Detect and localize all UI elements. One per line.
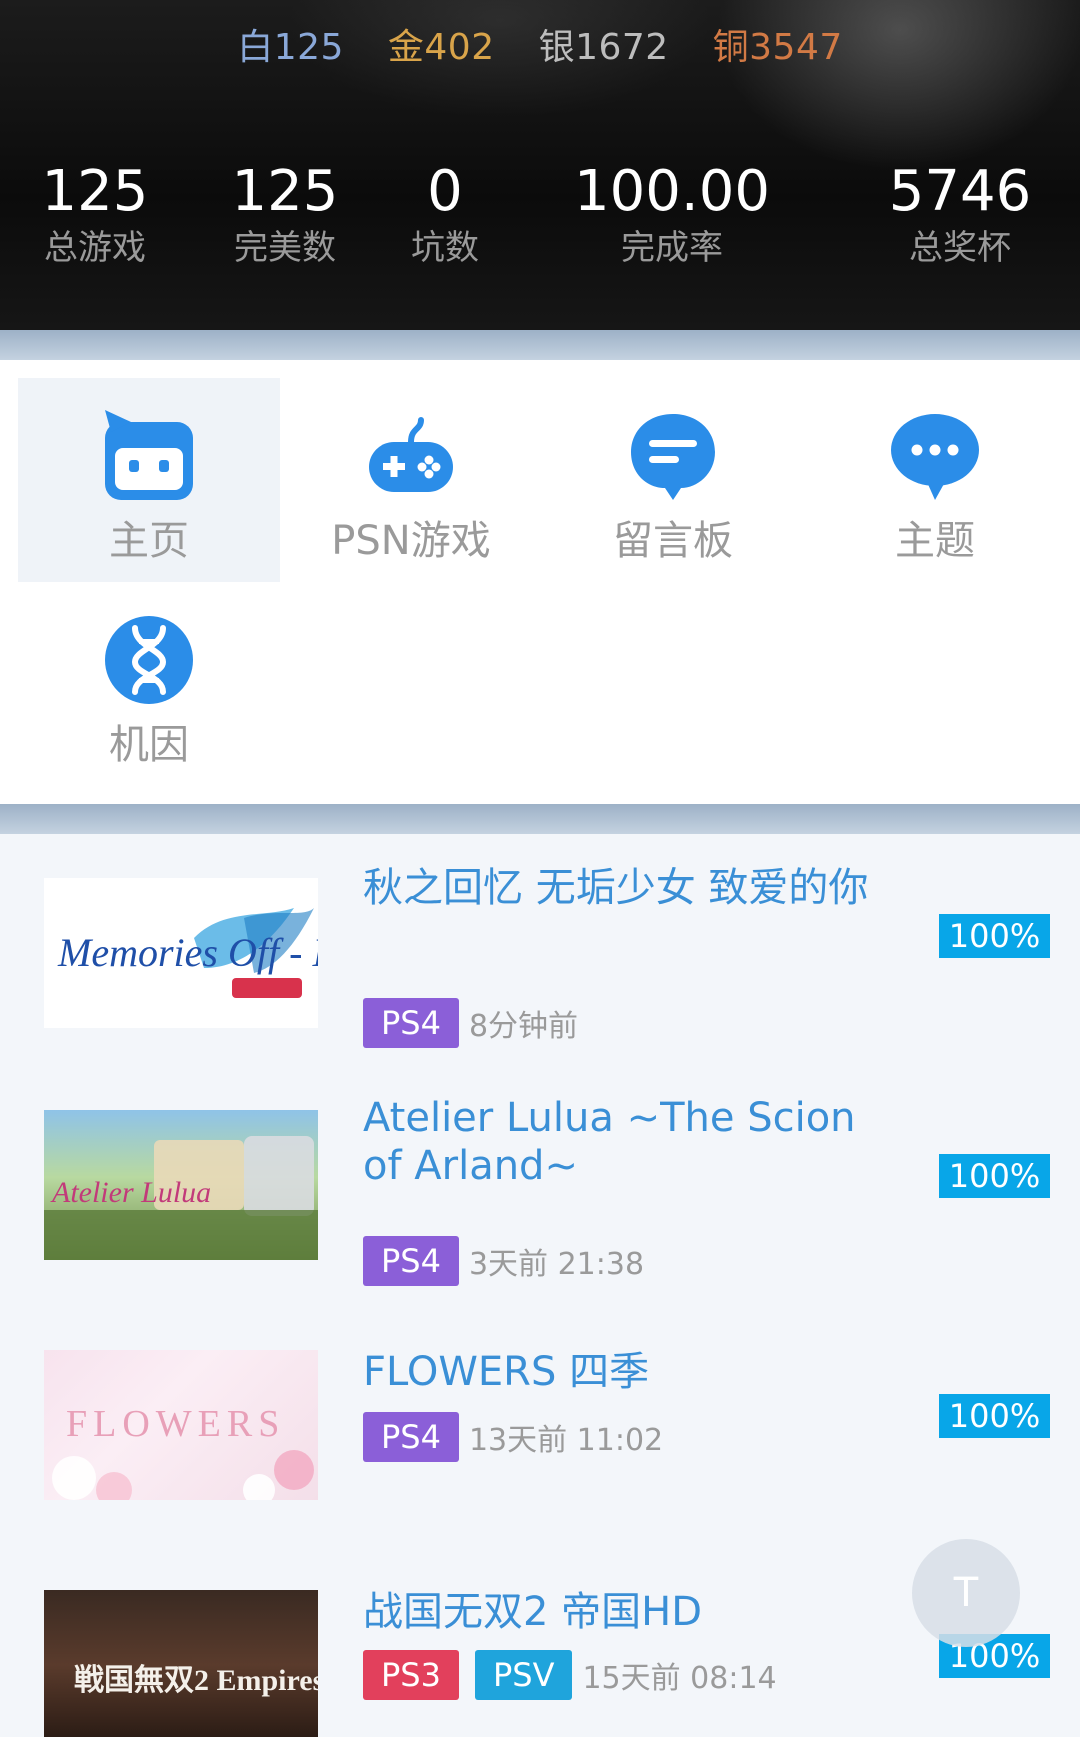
stat-value: 125 bbox=[41, 159, 149, 224]
menu-item-home[interactable]: 主页 bbox=[18, 378, 280, 582]
platform-badge: PS4 bbox=[363, 1236, 459, 1286]
chat-bubble-icon bbox=[891, 414, 979, 500]
game-meta: PS4 13天前 11:02 bbox=[363, 1412, 663, 1462]
stat-completion: 100.00 完成率 bbox=[552, 160, 792, 270]
cover-title-text: FLOWERS bbox=[66, 1403, 285, 1445]
profile-header: 白125 金402 银1672 铜3547 125 总游戏 125 完美数 0 … bbox=[0, 0, 1080, 330]
platinum-count: 白125 bbox=[237, 27, 344, 68]
platform-badge: PS4 bbox=[363, 998, 459, 1048]
platform-badge: PS3 bbox=[363, 1650, 459, 1700]
completion-badge: 100% bbox=[939, 914, 1050, 958]
menu-label: 留言板 bbox=[613, 518, 733, 564]
menu-item-topics[interactable]: 主题 bbox=[804, 378, 1066, 582]
stat-pits: 0 坑数 bbox=[380, 160, 510, 270]
game-cover: FLOWERS bbox=[44, 1350, 318, 1500]
menu-item-gene[interactable]: 机因 bbox=[18, 582, 280, 786]
section-divider bbox=[0, 804, 1080, 834]
game-cover: Atelier Lulua bbox=[44, 1110, 318, 1260]
stat-perfect: 125 完美数 bbox=[190, 160, 380, 270]
list-item[interactable]: Atelier Lulua Atelier Lulua ~The Scion o… bbox=[0, 1074, 1080, 1314]
stat-value: 5746 bbox=[888, 159, 1032, 224]
game-title[interactable]: 秋之回忆 无垢少女 致爱的你 bbox=[363, 864, 893, 912]
gamepad-icon bbox=[369, 417, 453, 492]
stat-label: 总游戏 bbox=[44, 228, 146, 268]
nav-menu: 主页 PSN游戏 留言板 主题 机因 bbox=[0, 360, 1080, 804]
game-cover: Memories Off - Innocent Fille bbox=[44, 878, 318, 1028]
stat-label: 坑数 bbox=[411, 228, 479, 268]
stat-total-games: 125 总游戏 bbox=[0, 160, 190, 270]
menu-label: PSN游戏 bbox=[331, 518, 491, 564]
section-divider bbox=[0, 330, 1080, 360]
game-meta: PS4 8分钟前 bbox=[363, 998, 578, 1048]
completion-badge: 100% bbox=[939, 1394, 1050, 1438]
cover-art: Atelier Lulua bbox=[44, 1136, 318, 1260]
last-played-time: 8分钟前 bbox=[468, 1009, 579, 1044]
game-cover: 戦国無双2 Empires HD bbox=[44, 1590, 318, 1737]
game-title[interactable]: Atelier Lulua ~The Scion of Arland~ bbox=[363, 1094, 893, 1190]
stat-label: 总奖杯 bbox=[909, 228, 1011, 268]
platform-badge: PSV bbox=[474, 1650, 573, 1700]
list-item[interactable]: FLOWERS FLOWERS 四季 PS4 13天前 11:02 100% bbox=[0, 1314, 1080, 1554]
completion-badge: 100% bbox=[939, 1154, 1050, 1198]
game-title[interactable]: 战国无双2 帝国HD bbox=[363, 1588, 893, 1636]
gold-count: 金402 bbox=[387, 27, 495, 68]
list-item[interactable]: Memories Off - Innocent Fille 秋之回忆 无垢少女 … bbox=[0, 834, 1080, 1074]
cover-title-text: 戦国無双2 Empires HD bbox=[74, 1664, 318, 1697]
menu-label: 主页 bbox=[109, 518, 189, 564]
menu-item-psn-games[interactable]: PSN游戏 bbox=[280, 378, 542, 582]
game-meta: PS4 3天前 21:38 bbox=[363, 1236, 644, 1286]
dna-icon bbox=[105, 616, 193, 704]
stat-total-trophies: 5746 总奖杯 bbox=[860, 160, 1060, 270]
menu-label: 机因 bbox=[109, 722, 189, 768]
stat-label: 完成率 bbox=[621, 228, 723, 268]
trophy-summary: 白125 金402 银1672 铜3547 bbox=[0, 18, 1080, 70]
cover-art: 戦国無双2 Empires HD bbox=[74, 1664, 318, 1697]
last-played-time: 15天前 08:14 bbox=[582, 1661, 777, 1696]
cover-title-text: Memories Off - Innocent Fille bbox=[57, 930, 318, 975]
platform-badge: PS4 bbox=[363, 1412, 459, 1462]
cover-title-text: Atelier Lulua bbox=[50, 1176, 211, 1209]
last-played-time: 13天前 11:02 bbox=[468, 1423, 664, 1458]
stat-label: 完美数 bbox=[234, 228, 336, 268]
cover-art: Memories Off - Innocent Fille bbox=[57, 908, 318, 998]
stats-row: 125 总游戏 125 完美数 0 坑数 100.00 完成率 5746 总奖杯 bbox=[0, 160, 1080, 280]
menu-label: 主题 bbox=[895, 518, 975, 564]
game-title[interactable]: FLOWERS 四季 bbox=[363, 1348, 893, 1396]
bronze-count: 铜3547 bbox=[712, 27, 843, 68]
message-board-icon bbox=[631, 414, 715, 500]
game-meta: PS3 PSV 15天前 08:14 bbox=[363, 1650, 777, 1700]
last-played-time: 3天前 21:38 bbox=[468, 1247, 645, 1282]
back-to-top-button[interactable]: T bbox=[912, 1539, 1020, 1647]
menu-item-message-board[interactable]: 留言板 bbox=[542, 378, 804, 582]
stat-value: 0 bbox=[427, 159, 463, 224]
cover-art: FLOWERS bbox=[52, 1403, 314, 1500]
silver-count: 银1672 bbox=[538, 27, 669, 68]
stat-value: 125 bbox=[231, 159, 339, 224]
home-face-icon bbox=[105, 410, 193, 500]
stat-value: 100.00 bbox=[574, 159, 770, 224]
